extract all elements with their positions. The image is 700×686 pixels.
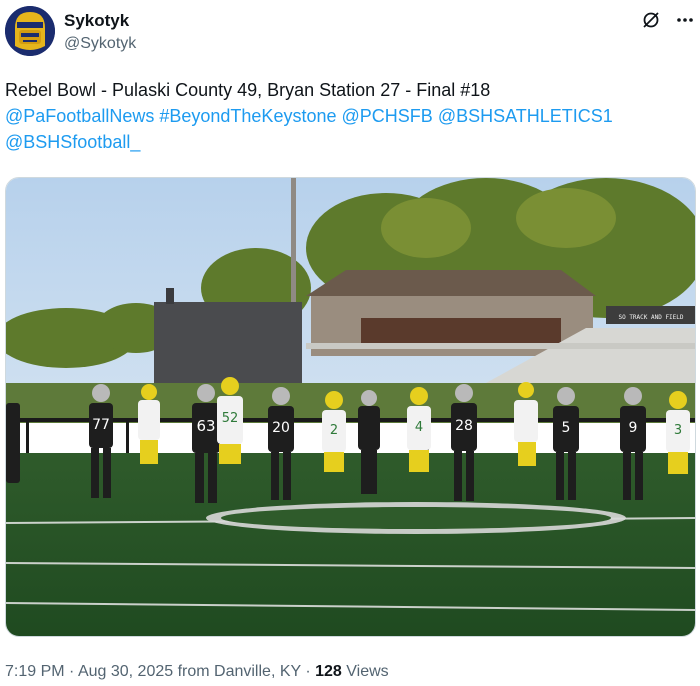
more-options-icon[interactable] — [675, 10, 695, 35]
tweet-line-1: Rebel Bowl - Pulaski County 49, Bryan St… — [5, 80, 491, 100]
jersey-number: 77 — [92, 417, 110, 433]
helmeted-face-avatar-icon — [5, 6, 55, 56]
author-avatar[interactable] — [5, 6, 55, 56]
jersey-number: 4 — [415, 420, 423, 435]
jersey-number: 9 — [629, 420, 638, 436]
hashtag-link[interactable]: #BeyondTheKeystone — [159, 106, 336, 126]
tweet-mentions-line: @PaFootballNews #BeyondTheKeystone @PCHS… — [5, 103, 697, 129]
tweet-header: Sykotyk @Sykotyk — [5, 6, 695, 62]
tweet-text: Rebel Bowl - Pulaski County 49, Bryan St… — [5, 77, 697, 155]
tweet-date-location[interactable]: Aug 30, 2025 from Danville, KY — [78, 663, 301, 680]
grok-icon[interactable] — [641, 10, 661, 35]
mention-link[interactable]: @BSHSfootball_ — [5, 132, 140, 152]
jersey-number: 28 — [455, 418, 473, 434]
views-count: 128 — [315, 663, 342, 680]
views-label: Views — [341, 663, 389, 680]
hashtag-link[interactable]: @PaFootballNews — [5, 106, 154, 126]
football-field-photo: SO TRACK AND FIELD 77 63 52 20 2 4 28 5 … — [6, 178, 695, 636]
author-handle[interactable]: @Sykotyk — [64, 33, 136, 55]
jersey-number: 2 — [330, 423, 338, 438]
mention-link[interactable]: @BSHSATHLETICS1 — [438, 106, 613, 126]
meta-separator: · — [300, 663, 316, 680]
jersey-number: 5 — [562, 420, 571, 436]
tweet-meta: 7:19 PM · Aug 30, 2025 from Danville, KY… — [5, 661, 389, 683]
jersey-number: 20 — [272, 420, 290, 436]
jersey-number: 63 — [196, 417, 215, 435]
author-display-name[interactable]: Sykotyk — [64, 11, 136, 31]
tweet-time[interactable]: 7:19 PM — [5, 663, 65, 680]
jersey-number: 3 — [674, 423, 682, 438]
scoreboard-text: SO TRACK AND FIELD — [618, 314, 683, 321]
tweet-photo[interactable]: SO TRACK AND FIELD 77 63 52 20 2 4 28 5 … — [5, 177, 696, 637]
mention-link[interactable]: @PCHSFB — [342, 106, 433, 126]
meta-separator: · — [64, 663, 78, 680]
jersey-number: 52 — [222, 411, 239, 426]
